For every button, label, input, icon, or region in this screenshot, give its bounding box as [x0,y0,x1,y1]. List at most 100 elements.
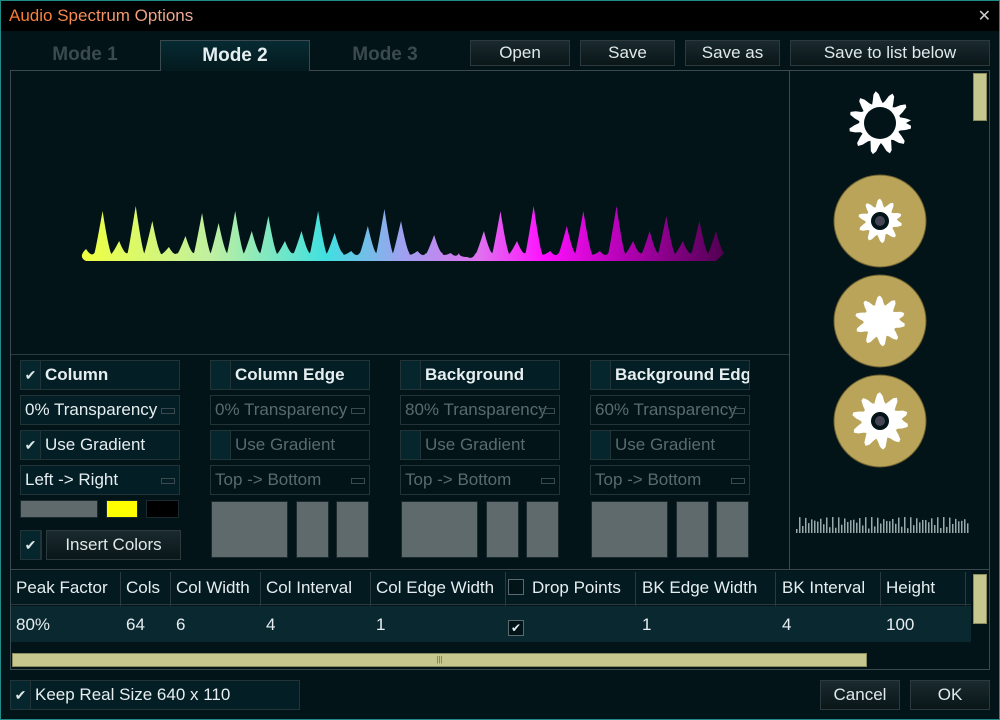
table-cell[interactable]: 1 [376,615,385,635]
ok-button[interactable]: OK [910,680,990,710]
open-button[interactable]: Open [470,40,570,66]
color-swatch[interactable] [486,501,519,558]
mini-spectrum-bar [880,523,882,533]
column-divider[interactable] [635,572,636,606]
column-header[interactable]: Col Width [176,578,250,598]
use-gradient-checkbox[interactable]: Use Gradient [210,430,370,460]
color-swatch[interactable] [526,501,559,558]
column-header[interactable]: Col Interval [266,578,352,598]
list-scrollbar-thumb[interactable] [973,73,987,121]
drop-points-checkbox[interactable]: ✔ [508,615,524,636]
tab-mode-1[interactable]: Mode 1 [10,40,160,70]
color-swatch[interactable] [211,501,288,558]
cancel-button[interactable]: Cancel [820,680,900,710]
column-divider[interactable] [170,572,171,606]
check-icon [211,361,231,389]
mini-spectrum-bar [901,526,903,533]
mini-spectrum-bar [916,518,918,533]
color-swatch[interactable] [591,501,668,558]
group-0-enable-checkbox[interactable]: ✔ Column [20,360,180,390]
mini-spectrum-bar [847,521,849,533]
tab-mode-2[interactable]: Mode 2 [160,40,310,71]
column-header[interactable]: BK Edge Width [642,578,757,598]
keep-real-size-checkbox[interactable]: ✔ Keep Real Size 640 x 110 [10,680,300,710]
column-header[interactable]: Height [886,578,935,598]
table-cell[interactable]: 4 [266,615,275,635]
use-gradient-checkbox[interactable]: Use Gradient [400,430,560,460]
mini-spectrum-bar [961,520,963,533]
gradient-direction-dropdown[interactable]: Left -> Right [20,465,180,495]
table-row[interactable] [11,606,971,642]
mini-spectrum-bar [886,520,888,533]
table-cell[interactable]: 6 [176,615,185,635]
color-swatch[interactable] [146,500,179,518]
table-vscroll-thumb[interactable] [973,574,987,624]
table-cell[interactable]: 1 [642,615,651,635]
column-divider[interactable] [120,572,121,606]
mini-spectrum-bar [910,517,912,533]
close-icon[interactable]: ✕ [978,6,991,26]
column-header[interactable]: Col Edge Width [376,578,494,598]
use-gradient-checkbox[interactable]: ✔ Use Gradient [20,430,180,460]
table-cell[interactable]: 64 [126,615,145,635]
use-gradient-label: Use Gradient [45,435,146,454]
mini-spectrum-bar [841,524,843,533]
gradient-direction-dropdown[interactable]: Top -> Bottom [210,465,370,495]
transparency-dropdown[interactable]: 0% Transparency [210,395,370,425]
transparency-dropdown[interactable]: 80% Transparency [400,395,560,425]
check-icon [401,431,421,459]
group-1-enable-checkbox[interactable]: Column Edge [210,360,370,390]
mini-spectrum-bar [802,525,804,533]
table-cell[interactable]: 80% [16,615,50,635]
color-swatch[interactable] [716,501,749,558]
insert-colors-checkbox[interactable]: ✔ [20,530,42,560]
column-header[interactable]: Peak Factor [16,578,108,598]
group-2-enable-checkbox[interactable]: Background [400,360,560,390]
mini-spectrum-bar [892,518,894,533]
keep-real-size-label: Keep Real Size 640 x 110 [35,685,231,704]
group-3-enable-checkbox[interactable]: Background Edge [590,360,750,390]
spectrum-preview [11,71,789,355]
mini-spectrum-bar [967,523,969,533]
column-divider[interactable] [260,572,261,606]
column-header[interactable]: BK Interval [782,578,865,598]
color-swatch[interactable] [676,501,709,558]
column-divider[interactable] [505,572,506,606]
mini-spectrum-bar [820,518,822,533]
color-swatch[interactable] [106,500,138,518]
mini-spectrum-bar [922,519,924,533]
tab-mode-3[interactable]: Mode 3 [310,40,460,70]
column-header[interactable]: Cols [126,578,160,598]
mini-spectrum-bar [874,526,876,533]
transparency-dropdown[interactable]: 60% Transparency [590,395,750,425]
column-divider[interactable] [775,572,776,606]
mini-spectrum-bar [955,518,957,533]
table-cell[interactable]: 4 [782,615,791,635]
insert-colors-button[interactable]: Insert Colors [46,530,181,560]
table-cell[interactable]: 100 [886,615,914,635]
color-swatch[interactable] [296,501,329,558]
save-as-button[interactable]: Save as [685,40,780,66]
mini-spectrum-bar [850,520,852,533]
column-header[interactable]: Drop Points [532,578,621,598]
table-hscroll-thumb[interactable]: ||| [12,653,867,667]
dropdown-icon [541,408,555,414]
use-gradient-checkbox[interactable]: Use Gradient [590,430,750,460]
gradient-direction-dropdown[interactable]: Top -> Bottom [590,465,750,495]
mini-spectrum-bar [952,523,954,533]
color-swatch[interactable] [401,501,478,558]
save-button[interactable]: Save [580,40,675,66]
mini-spectrum-bar [895,523,897,533]
color-swatch[interactable] [336,501,369,558]
column-divider[interactable] [370,572,371,606]
gradient-direction-dropdown[interactable]: Top -> Bottom [400,465,560,495]
mini-spectrum-bar [811,519,813,533]
drop-points-header-checkbox[interactable] [508,578,524,598]
color-swatch[interactable] [20,500,98,518]
column-divider[interactable] [880,572,881,606]
mini-spectrum-bar [829,527,831,533]
save-to-list-button[interactable]: Save to list below [790,40,990,66]
mini-spectrum-bar [913,525,915,533]
transparency-dropdown[interactable]: 0% Transparency [20,395,180,425]
column-divider[interactable] [965,572,966,606]
